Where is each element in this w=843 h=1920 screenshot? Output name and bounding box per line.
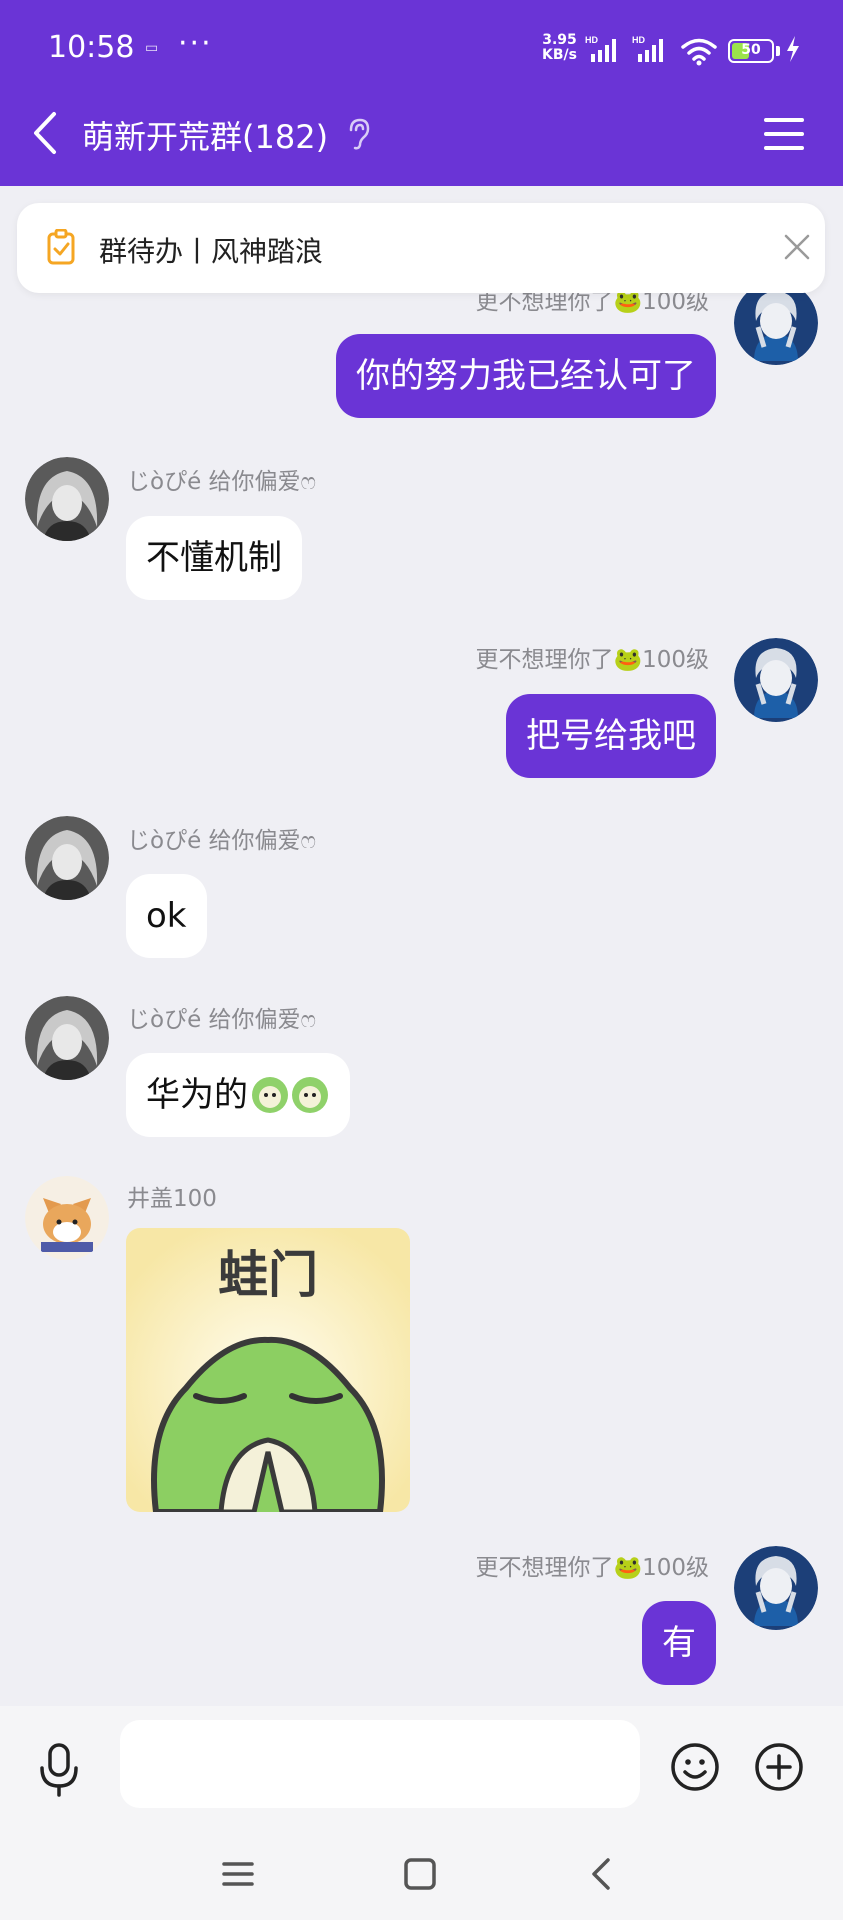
sticker-image[interactable]: 蛙门 — [126, 1228, 410, 1512]
recent-apps-icon[interactable] — [218, 1854, 258, 1894]
message-text: 华为的 — [146, 1075, 248, 1115]
sticker-caption: 蛙门 — [218, 1246, 318, 1304]
back-button[interactable] — [26, 108, 66, 158]
back-nav-icon[interactable] — [582, 1854, 622, 1894]
wifi-icon — [681, 38, 717, 66]
avatar[interactable] — [25, 1176, 109, 1260]
ear-icon[interactable] — [346, 117, 372, 151]
cabbage-emoji-icon — [252, 1077, 328, 1113]
home-icon[interactable] — [400, 1854, 440, 1894]
sender-name: 更不想理你了🐸100级 — [475, 1555, 709, 1581]
more-notifications-icon: ··· — [178, 26, 213, 61]
message-bubble[interactable]: 把号给我吧 — [506, 694, 716, 778]
hd-label-1: HD — [585, 35, 598, 45]
network-speed-value: 3.95 — [542, 32, 577, 48]
system-nav-bar — [0, 1840, 843, 1920]
close-icon[interactable] — [781, 231, 813, 263]
avatar[interactable] — [734, 1546, 818, 1630]
status-bar: 10:58 ▭ ··· 3.95 KB/s HD HD 50 — [0, 0, 843, 100]
message-bubble[interactable]: 有 — [642, 1601, 716, 1685]
sender-name: じòぴé 给你偏爱ෆ — [127, 469, 317, 495]
hd-label-2: HD — [632, 35, 645, 45]
avatar[interactable] — [25, 816, 109, 900]
menu-button[interactable] — [762, 114, 806, 154]
sender-name: 更不想理你了🐸100级 — [475, 647, 709, 673]
avatar[interactable] — [25, 457, 109, 541]
battery-tip — [776, 46, 780, 56]
avatar[interactable] — [734, 281, 818, 365]
network-speed: 3.95 KB/s — [542, 33, 577, 63]
message-bubble[interactable]: 华为的 — [126, 1053, 350, 1137]
battery-icon: 50 — [728, 39, 774, 63]
smiley-icon[interactable] — [670, 1742, 720, 1792]
todo-text: 群待办丨风神踏浪 — [99, 235, 324, 268]
network-speed-unit: KB/s — [542, 47, 577, 63]
avatar[interactable] — [25, 996, 109, 1080]
status-time: 10:58 — [48, 30, 135, 65]
chevron-left-icon — [34, 112, 56, 154]
chat-title[interactable]: 萌新开荒群(182) — [82, 112, 328, 158]
group-todo-banner[interactable]: 群待办丨风神踏浪 — [17, 203, 825, 293]
avatar[interactable] — [734, 638, 818, 722]
plus-circle-icon[interactable] — [754, 1742, 804, 1792]
todo-clipboard-icon — [47, 229, 75, 265]
sender-name: じòぴé 给你偏爱ෆ — [127, 1007, 317, 1033]
microphone-icon[interactable] — [36, 1742, 82, 1798]
input-bar — [0, 1706, 843, 1840]
message-bubble[interactable]: 你的努力我已经认可了 — [336, 334, 716, 418]
message-input[interactable] — [120, 1720, 640, 1808]
battery-level: 50 — [741, 42, 761, 58]
notification-icon: ▭ — [145, 40, 159, 56]
sender-name: 井盖100 — [127, 1186, 217, 1212]
signal-1-icon: HD — [585, 35, 616, 62]
charging-icon — [787, 36, 799, 62]
message-bubble[interactable]: 不懂机制 — [126, 516, 302, 600]
hamburger-menu-icon — [764, 118, 804, 150]
message-bubble[interactable]: ok — [126, 874, 207, 958]
sender-name: じòぴé 给你偏爱ෆ — [127, 828, 317, 854]
app-header: 10:58 ▭ ··· 3.95 KB/s HD HD 50 萌新开荒群(182… — [0, 0, 843, 186]
signal-2-icon: HD — [632, 35, 663, 62]
